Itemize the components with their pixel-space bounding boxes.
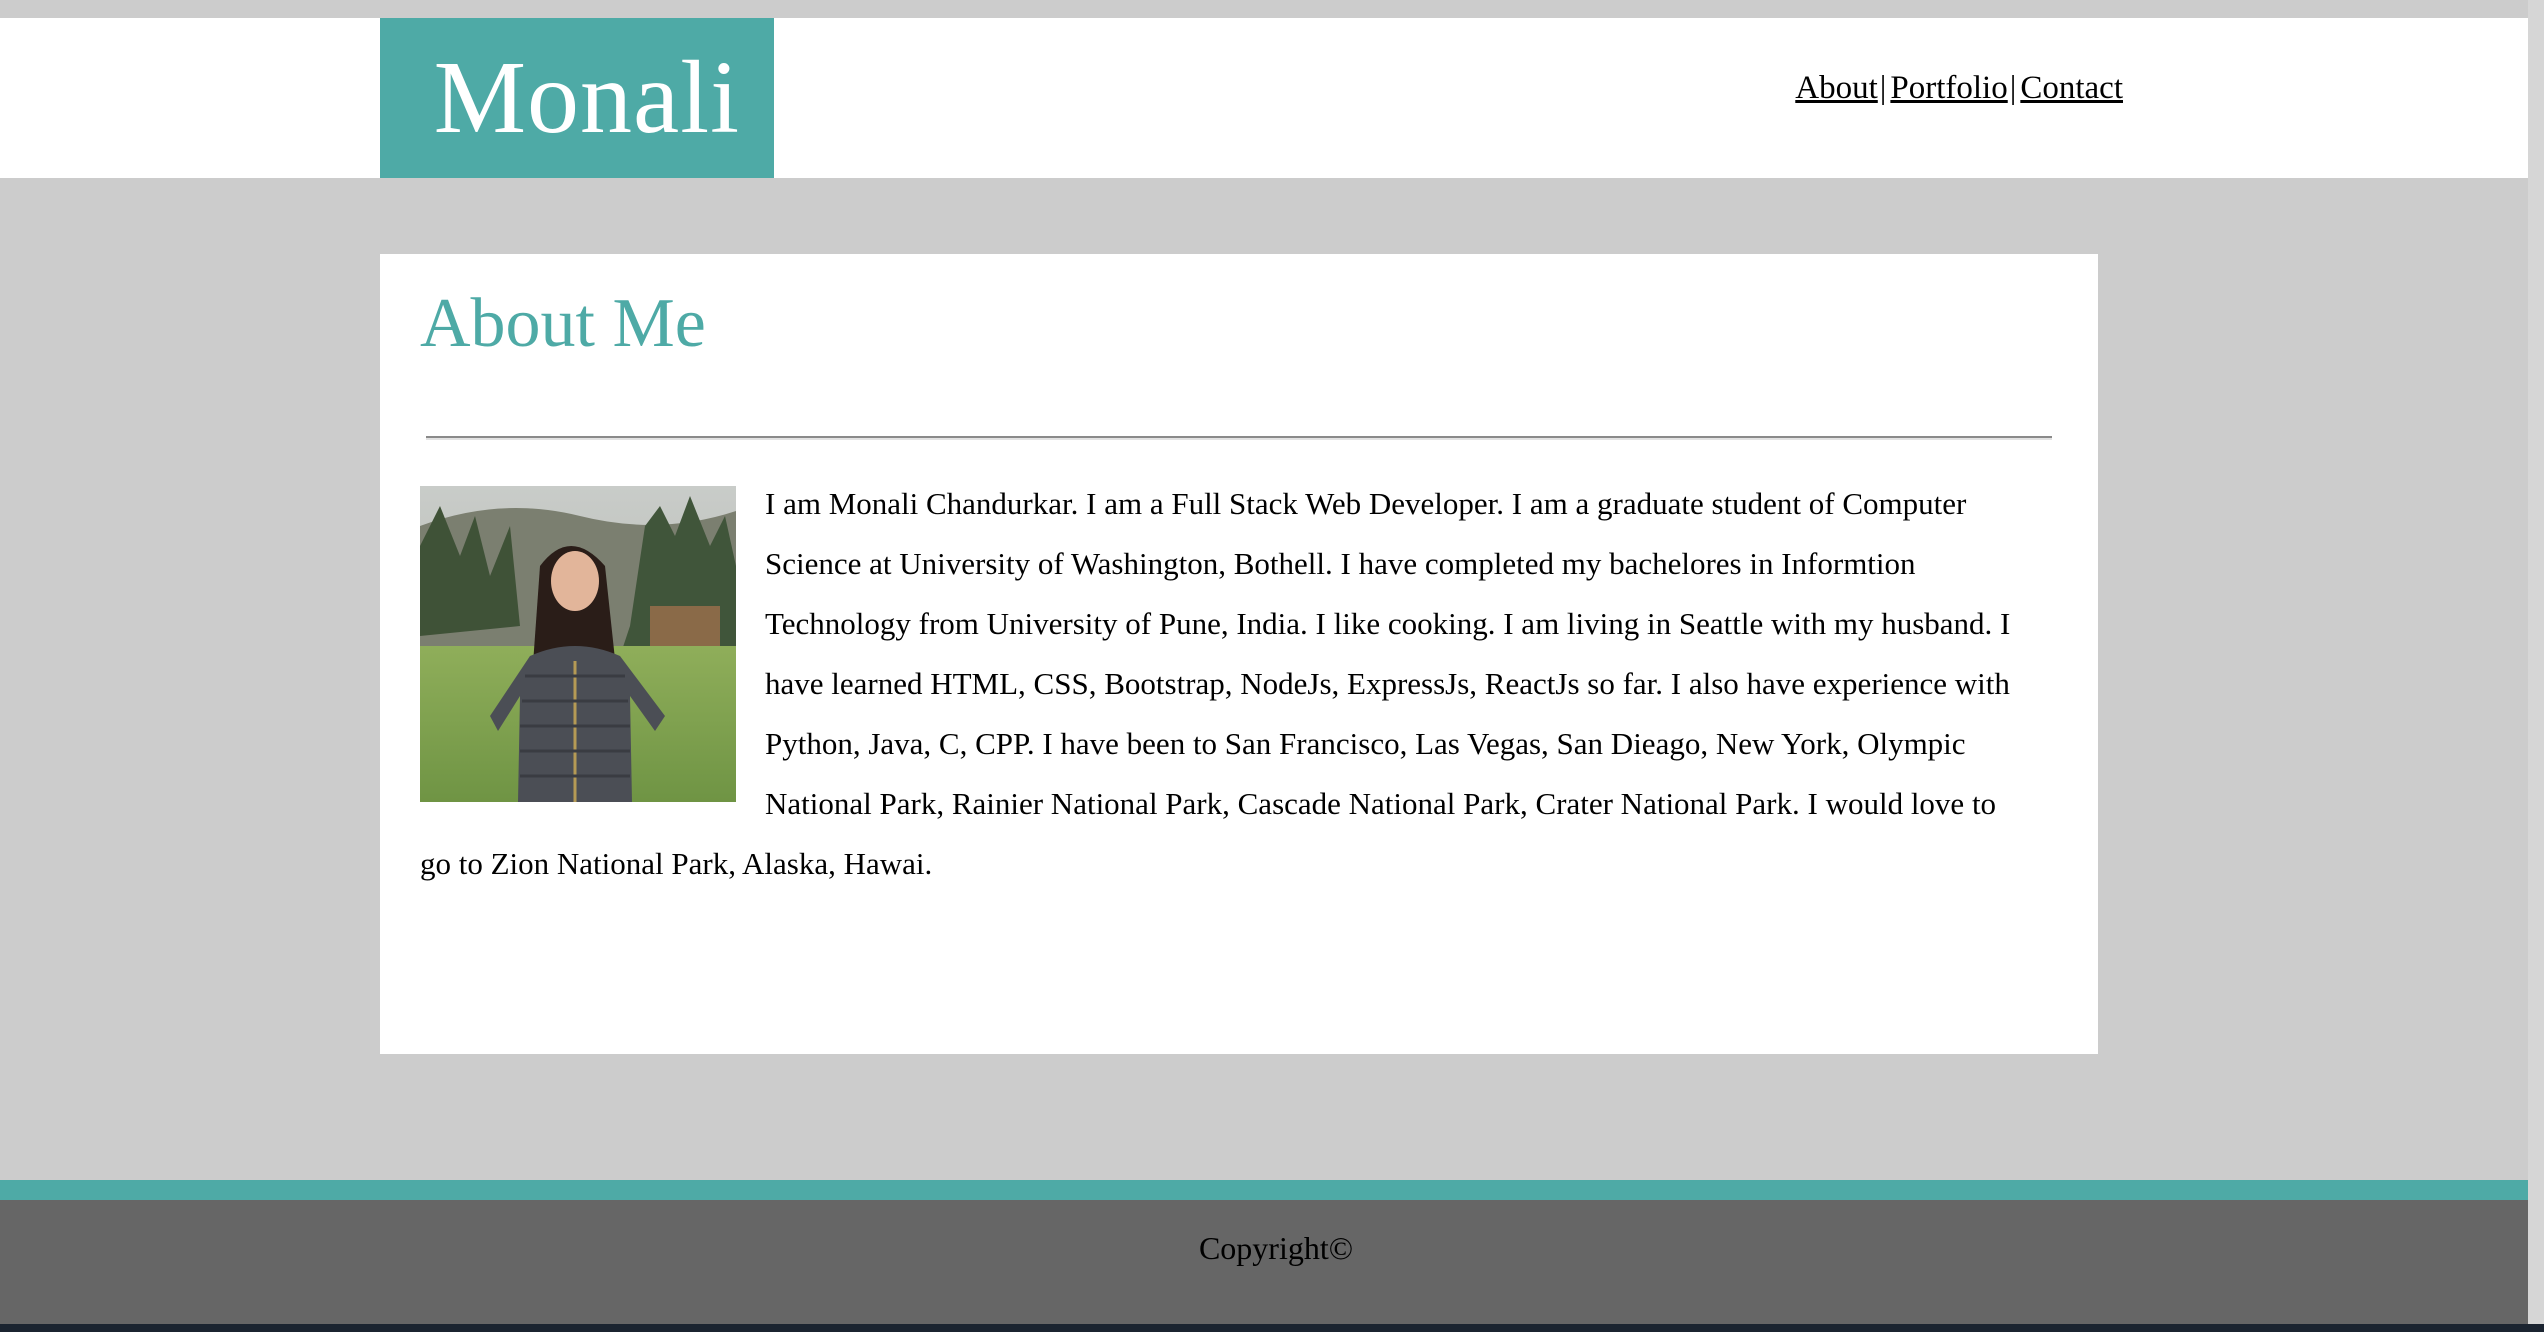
site-footer: Copyright©	[0, 1200, 2528, 1324]
nav-link-contact[interactable]: Contact	[2020, 70, 2123, 106]
about-card: About Me I am Monali Chandurkar. I am a …	[380, 254, 2098, 1054]
page: Monali About| Portfolio| Contact About Me	[0, 0, 2544, 1332]
nav-separator: |	[2009, 70, 2017, 106]
scrollbar-track[interactable]	[2528, 0, 2544, 1332]
profile-photo	[420, 486, 736, 802]
section-divider	[426, 436, 2052, 440]
brand-logo[interactable]: Monali	[380, 18, 774, 178]
top-strip	[0, 0, 2544, 18]
copyright-text: Copyright©	[1198, 1230, 1354, 1266]
nav-link-portfolio[interactable]: Portfolio	[1890, 70, 2007, 106]
about-title: About Me	[420, 285, 706, 362]
nav-link-about[interactable]: About	[1795, 70, 1878, 106]
nav-separator: |	[1879, 70, 1887, 106]
bottom-strip	[0, 1324, 2544, 1332]
footer-accent-bar	[0, 1180, 2528, 1200]
main-nav: About| Portfolio| Contact	[1795, 70, 2123, 107]
site-header: Monali About| Portfolio| Contact	[0, 18, 2528, 178]
about-body: I am Monali Chandurkar. I am a Full Stac…	[420, 474, 2020, 894]
